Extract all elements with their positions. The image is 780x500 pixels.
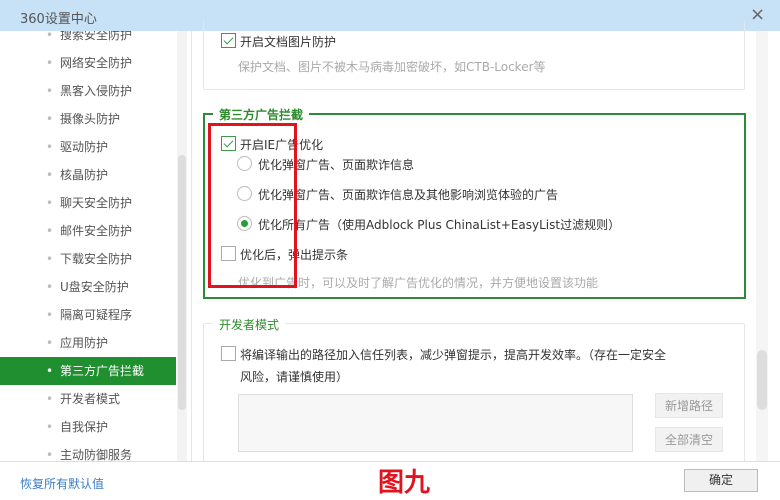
figure-label: 图九 — [378, 468, 431, 498]
dev-mode-title: 开发者模式 — [213, 316, 286, 333]
sidebar-item[interactable]: • 邮件安全防护 — [0, 217, 176, 245]
sidebar-item[interactable]: • U盘安全防护 — [0, 273, 176, 301]
sidebar-item-label: 黑客入侵防护 — [60, 84, 133, 98]
sidebar-scroll-thumb[interactable] — [178, 155, 186, 410]
bullet-icon: • — [46, 56, 54, 70]
sidebar-item-label: 网络安全防护 — [60, 56, 133, 70]
add-path-button[interactable]: 新增路径 — [655, 393, 723, 418]
bullet-icon: • — [46, 448, 54, 461]
sidebar-item[interactable]: • 黑客入侵防护 — [0, 77, 176, 105]
sidebar-item-label: 邮件安全防护 — [60, 224, 133, 238]
sidebar-item[interactable]: • 主动防御服务 — [0, 441, 176, 461]
sidebar-item-label: 第三方广告拦截 — [60, 364, 145, 378]
sidebar-item[interactable]: • 网络安全防护 — [0, 49, 176, 77]
sidebar-item-label: 应用防护 — [60, 336, 109, 350]
restore-defaults-link[interactable]: 恢复所有默认值 — [20, 475, 104, 492]
ok-button[interactable]: 确定 — [684, 469, 758, 492]
sidebar-item-label: 下载安全防护 — [60, 252, 133, 266]
sidebar-item[interactable]: • 隔离可疑程序 — [0, 301, 176, 329]
sidebar-item[interactable]: • 第三方广告拦截 — [0, 357, 176, 385]
doc-protect-card — [203, 20, 745, 90]
bullet-icon: • — [46, 420, 54, 434]
sidebar-item-label: 主动防御服务 — [60, 448, 133, 461]
annotation-highlight-box — [208, 123, 297, 288]
bullet-icon: • — [46, 112, 54, 126]
bullet-icon: • — [46, 31, 54, 42]
doc-protect-desc: 保护文档、图片不被木马病毒加密破坏，如CTB-Locker等 — [238, 60, 546, 74]
sidebar-item[interactable]: • 核晶防护 — [0, 161, 176, 189]
path-list[interactable] — [238, 394, 633, 452]
bullet-icon: • — [46, 252, 54, 266]
doc-protect-checkbox[interactable] — [221, 33, 236, 48]
sidebar-item-label: 摄像头防护 — [60, 112, 121, 126]
bullet-icon: • — [46, 84, 54, 98]
sidebar: • 搜索安全防护 • 网络安全防护 • 黑客入侵防护 • 摄像头防护 • 驱动防护 • 核晶防护 • 聊天… — [0, 31, 176, 461]
sidebar-item[interactable]: • 自我保护 — [0, 413, 176, 441]
divider — [191, 31, 192, 461]
sidebar-item[interactable]: • 开发者模式 — [0, 385, 176, 413]
clear-all-button[interactable]: 全部清空 — [655, 427, 723, 452]
bullet-icon: • — [46, 140, 54, 154]
dev-mode-checkbox[interactable] — [221, 346, 236, 361]
sidebar-item-label: 驱动防护 — [60, 140, 109, 154]
sidebar-item-label: 开发者模式 — [60, 392, 121, 406]
sidebar-item[interactable]: • 下载安全防护 — [0, 245, 176, 273]
bullet-icon: • — [46, 336, 54, 350]
dev-mode-text-1: 将编译输出的路径加入信任列表，减少弹窗提示，提高开发效率。（存在一定安全 — [240, 348, 667, 362]
sidebar-item[interactable]: • 摄像头防护 — [0, 105, 176, 133]
window-title: 360设置中心 — [20, 12, 97, 27]
bullet-icon: • — [46, 224, 54, 238]
doc-protect-label: 开启文档图片防护 — [240, 35, 337, 49]
bullet-icon: • — [46, 196, 54, 210]
option-label-2[interactable]: 优化弹窗广告、页面欺诈信息及其他影响浏览体验的广告 — [258, 186, 558, 203]
bullet-icon: • — [46, 392, 54, 406]
bullet-icon: • — [46, 280, 54, 294]
sidebar-item[interactable]: • 应用防护 — [0, 329, 176, 357]
sidebar-item[interactable]: • 搜索安全防护 — [0, 31, 176, 49]
sidebar-item-label: U盘安全防护 — [60, 280, 129, 294]
sidebar-item[interactable]: • 聊天安全防护 — [0, 189, 176, 217]
dev-mode-text-2: 风险，请谨慎使用） — [240, 370, 349, 384]
sidebar-item[interactable]: • 驱动防护 — [0, 133, 176, 161]
close-icon[interactable]: × — [750, 4, 765, 25]
option-label-3[interactable]: 优化所有广告（使用Adblock Plus ChinaList+EasyList… — [258, 216, 620, 233]
bullet-icon: • — [46, 168, 54, 182]
sidebar-item-label: 自我保护 — [60, 420, 109, 434]
ad-block-title: 第三方广告拦截 — [213, 106, 310, 123]
sidebar-item-label: 搜索安全防护 — [60, 31, 133, 42]
bullet-icon: • — [46, 308, 54, 322]
sidebar-item-label: 聊天安全防护 — [60, 196, 133, 210]
sidebar-item-label: 核晶防护 — [60, 168, 109, 182]
sidebar-item-label: 隔离可疑程序 — [60, 308, 133, 322]
bullet-icon: • — [46, 364, 54, 378]
content-scroll-thumb[interactable] — [757, 350, 767, 410]
